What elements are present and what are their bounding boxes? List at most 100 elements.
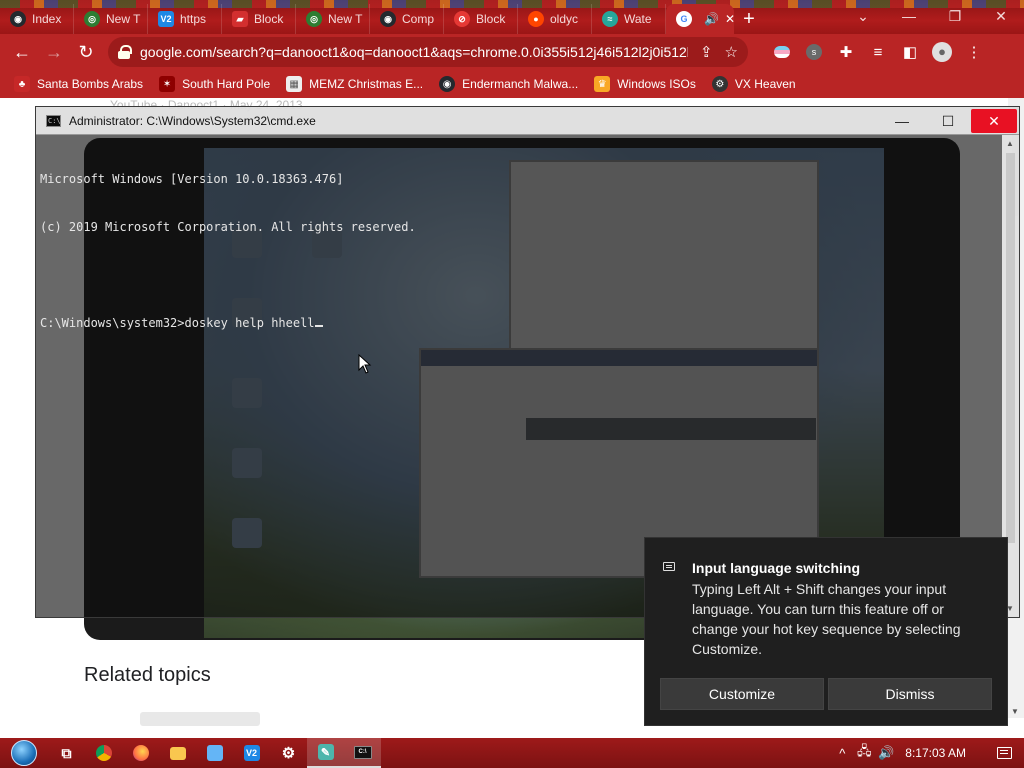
related-topics-heading: Related topics [84, 664, 211, 686]
forward-icon[interactable]: → [38, 36, 70, 68]
volume-icon[interactable]: 🔊 [875, 745, 897, 761]
close-tab-icon[interactable]: ✕ [725, 12, 734, 26]
taskbar-firefox[interactable] [122, 738, 159, 768]
notification-icon [996, 747, 1012, 759]
cmd-titlebar[interactable]: C:\ Administrator: C:\Windows\System32\c… [36, 107, 1019, 135]
browser-tab-active[interactable]: G 🔊 ✕ [666, 4, 734, 34]
cmd-close-button[interactable]: ✕ [971, 109, 1017, 133]
github-icon: ◉ [380, 11, 396, 27]
side-panel-icon[interactable]: ◧ [894, 36, 926, 68]
browser-tab[interactable]: ▰ Block [222, 4, 296, 34]
menu-kebab-icon[interactable]: ⋮ [958, 36, 990, 68]
taskbar-chrome[interactable] [85, 738, 122, 768]
water-icon: ≈ [602, 11, 618, 27]
tab-label: Wate [624, 12, 652, 26]
browser-tab[interactable]: ◉ Comp [370, 4, 444, 34]
browser-tab[interactable]: V2 https [148, 4, 222, 34]
cmd-maximize-button[interactable]: ☐ [925, 109, 971, 133]
tab-label: New T [106, 12, 141, 26]
tab-label: Index [32, 12, 62, 26]
address-bar[interactable]: google.com/search?q=danooct1&oq=danooct1… [108, 37, 748, 67]
taskbar-task-view[interactable]: ⧉ [48, 738, 85, 768]
close-window-button[interactable]: ✕ [978, 0, 1024, 32]
reload-icon[interactable]: ↻ [70, 36, 102, 68]
start-button[interactable] [0, 738, 48, 768]
scroll-up-arrow-icon[interactable]: ▲ [1006, 139, 1014, 148]
tab-label: Block [476, 12, 506, 26]
browser-tab-strip: ◉ Index ◎ New T V2 https ▰ Block ◎ New T… [0, 0, 1024, 34]
lock-icon[interactable] [118, 45, 132, 59]
bookmark-item[interactable]: ♣ Santa Bombs Arabs [14, 76, 143, 92]
cmd-minimize-button[interactable]: — [879, 109, 925, 133]
chrome-icon [95, 745, 112, 761]
notification-body: Typing Left Alt + Shift changes your inp… [692, 581, 961, 657]
bookmark-item[interactable]: ▦ MEMZ Christmas E... [286, 76, 423, 92]
tab-label: Block [254, 12, 284, 26]
firefox-icon [132, 745, 149, 761]
github-icon: ◉ [439, 76, 456, 92]
taskbar-cmd[interactable]: C:\ [344, 738, 381, 768]
new-tab-button[interactable]: + [734, 4, 764, 34]
extension-s-icon[interactable]: s [798, 36, 830, 68]
tab-label: https [180, 12, 207, 26]
tab-label: Comp [402, 12, 435, 26]
media-controls-icon[interactable]: ≡ [862, 36, 894, 68]
bookmark-label: Endermanch Malwa... [462, 77, 579, 91]
task-view-icon: ⧉ [61, 744, 72, 761]
window-controls: ⌄ — ❐ ✕ [840, 0, 1024, 32]
bookmark-item[interactable]: ✶ South Hard Pole [159, 76, 270, 92]
santa-icon: ♣ [14, 76, 30, 92]
extensions-puzzle-icon[interactable]: ✚ [830, 36, 862, 68]
gear-icon: ⚙ [711, 76, 728, 92]
tab-search-icon[interactable]: ⌄ [840, 0, 886, 32]
network-icon[interactable]: 🖧 [853, 742, 875, 764]
windows-orb-icon [11, 740, 37, 766]
v2-icon: V2 [158, 11, 174, 27]
browser-tab[interactable]: ● oldyc [518, 4, 592, 34]
customize-button[interactable]: Customize [660, 678, 824, 710]
scroll-down-arrow-icon[interactable]: ▼ [1011, 707, 1019, 716]
console-line: Microsoft Windows [Version 10.0.18363.47… [40, 172, 344, 186]
bookmark-label: Santa Bombs Arabs [37, 77, 144, 91]
back-icon[interactable]: ← [6, 36, 38, 68]
taskbar-store[interactable] [196, 738, 233, 768]
reddit-icon: ● [528, 11, 544, 27]
browser-tab[interactable]: ◎ New T [74, 4, 148, 34]
text-cursor [314, 325, 323, 327]
console-prompt-line[interactable]: C:\Windows\system32>doskey help hheell [40, 315, 995, 331]
profile-avatar-icon[interactable]: ● [926, 36, 958, 68]
taskbar-paint[interactable]: ✎ [307, 738, 344, 768]
bookmark-item[interactable]: ◉ Endermanch Malwa... [439, 76, 578, 92]
bookmark-item[interactable]: ⚙ VX Heaven [711, 76, 796, 92]
store-icon [206, 745, 223, 761]
browser-tab[interactable]: ◎ New T [296, 4, 370, 34]
share-icon[interactable]: ⇪ [700, 43, 713, 61]
action-center-button[interactable] [984, 738, 1024, 768]
bookmark-star-icon[interactable]: ☆ [725, 43, 738, 61]
browser-tab[interactable]: ◉ Index [0, 4, 74, 34]
browser-tab[interactable]: ⊘ Block [444, 4, 518, 34]
cmd-scrollbar-thumb[interactable] [1006, 153, 1015, 543]
settings-gear-icon: ⚙ [281, 745, 296, 762]
bookmark-label: MEMZ Christmas E... [309, 77, 424, 91]
show-hidden-icons-chevron-icon[interactable]: ^ [831, 746, 853, 761]
tab-label: oldyc [550, 12, 579, 26]
taskbar-file-explorer[interactable] [159, 738, 196, 768]
language-switch-notification: Input language switching Typing Left Alt… [644, 537, 1008, 726]
url-text[interactable]: google.com/search?q=danooct1&oq=danooct1… [140, 44, 688, 60]
browser-tab[interactable]: ≈ Wate [592, 4, 666, 34]
bookmark-item[interactable]: ♛ Windows ISOs [594, 76, 696, 92]
clock[interactable]: 8:17:03 AM [905, 746, 966, 760]
browser-toolbar: ← → ↻ google.com/search?q=danooct1&oq=da… [0, 34, 1024, 70]
taskbar-v2[interactable]: V2 [233, 738, 270, 768]
blocked-icon: ⊘ [454, 11, 470, 27]
bookmark-label: VX Heaven [734, 77, 796, 91]
extension-flag-icon[interactable] [766, 36, 798, 68]
restore-button[interactable]: ❐ [932, 0, 978, 32]
taskbar-settings[interactable]: ⚙ [270, 738, 307, 768]
dismiss-button[interactable]: Dismiss [828, 678, 992, 710]
audio-icon[interactable]: 🔊 [704, 12, 719, 26]
minimize-button[interactable]: — [886, 0, 932, 32]
related-topic-item[interactable] [140, 712, 260, 726]
